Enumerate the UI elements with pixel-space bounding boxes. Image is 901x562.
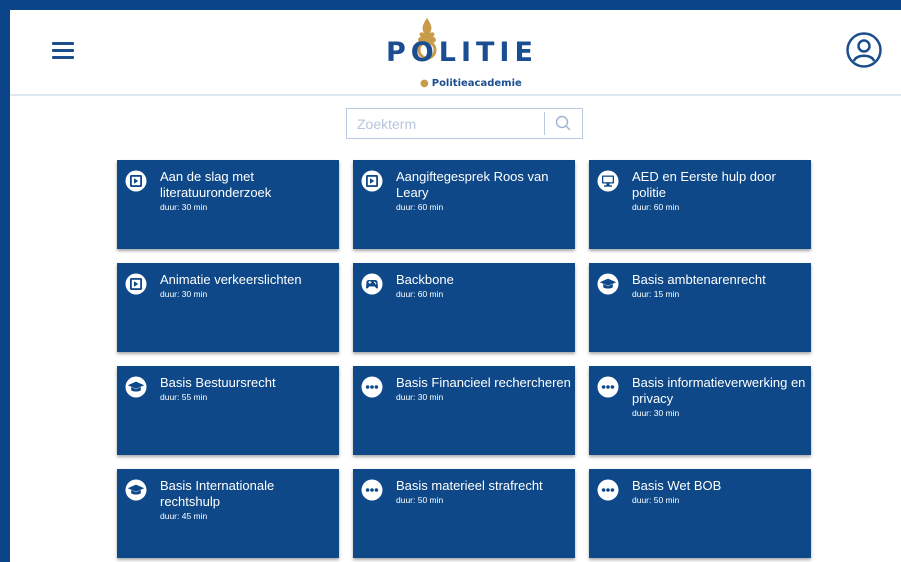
course-duration: duur: 60 min	[632, 202, 680, 212]
search-box	[346, 108, 583, 139]
course-card[interactable]: Basis informatieverwerking en privacy duu…	[589, 366, 811, 455]
course-title: Animatie verkeerslichten duur: 30 min	[160, 272, 335, 300]
logo-subtitle-text: Politieacademie	[431, 78, 522, 89]
top-header: POLITIE ● Politieacademie	[10, 10, 901, 96]
search-button[interactable]	[545, 109, 582, 138]
course-title-text: Aan de slag met literatuuronderzoek	[160, 169, 272, 200]
course-duration: duur: 30 min	[632, 408, 680, 418]
course-duration: duur: 30 min	[160, 202, 208, 212]
app-frame: POLITIE ●Politieacademie Aan de slag met…	[10, 10, 901, 562]
course-duration: duur: 45 min	[160, 511, 208, 521]
course-card[interactable]: Basis Internationale rechtshulp duur: 45 …	[117, 469, 339, 558]
course-title-text: Basis Bestuursrecht	[160, 375, 276, 390]
course-card[interactable]: Aan de slag met literatuuronderzoek duur:…	[117, 160, 339, 249]
course-title-text: Animatie verkeerslichten	[160, 272, 302, 287]
course-title: AED en Eerste hulp door politie duur: 60 …	[632, 169, 807, 213]
monitor-icon	[597, 170, 619, 192]
more-dots-icon	[597, 479, 619, 501]
more-dots-icon	[361, 376, 383, 398]
course-title-text: Basis materieel strafrecht	[396, 478, 543, 493]
course-duration: duur: 30 min	[160, 289, 208, 299]
course-title-text: Basis Internationale rechtshulp	[160, 478, 275, 509]
graduation-cap-icon	[125, 479, 147, 501]
course-title: Basis Internationale rechtshulp duur: 45 …	[160, 478, 335, 522]
course-title-text: AED en Eerste hulp door politie	[632, 169, 776, 200]
user-circle-icon[interactable]	[845, 31, 883, 69]
graduation-cap-icon	[597, 273, 619, 295]
course-title: Basis Financieel rechercheren duur: 30 mi…	[396, 375, 571, 403]
course-title-text: Backbone	[396, 272, 454, 287]
course-title: Basis Wet BOB duur: 50 min	[632, 478, 807, 506]
logo-subtitle: ● Politieacademie	[420, 78, 522, 89]
course-duration: duur: 50 min	[396, 495, 444, 505]
more-dots-icon	[597, 376, 619, 398]
gamepad-icon	[361, 273, 383, 295]
course-title: Basis materieel strafrecht duur: 50 min	[396, 478, 571, 506]
search-input[interactable]	[347, 109, 543, 138]
course-title: Basis informatieverwerking en privacy duu…	[632, 375, 807, 419]
course-card[interactable]: Basis materieel strafrecht duur: 50 min	[353, 469, 575, 558]
course-card[interactable]: Basis Wet BOB duur: 50 min	[589, 469, 811, 558]
course-card[interactable]: Basis Financieel rechercheren duur: 30 mi…	[353, 366, 575, 455]
course-card[interactable]: Aangiftegesprek Roos van Leary duur: 60 m…	[353, 160, 575, 249]
course-duration: duur: 55 min	[160, 392, 208, 402]
course-duration: duur: 60 min	[396, 202, 444, 212]
course-title: Aangiftegesprek Roos van Leary duur: 60 m…	[396, 169, 571, 213]
course-duration: duur: 15 min	[632, 289, 680, 299]
play-icon	[125, 273, 147, 295]
search-icon	[555, 115, 571, 131]
logo-wordmark: POLITIE	[386, 37, 538, 68]
play-icon	[125, 170, 147, 192]
more-dots-icon	[361, 479, 383, 501]
course-card[interactable]: Backbone duur: 60 min	[353, 263, 575, 352]
course-title: Aan de slag met literatuuronderzoek duur:…	[160, 169, 335, 213]
course-card[interactable]: Animatie verkeerslichten duur: 30 min	[117, 263, 339, 352]
course-title-text: Basis Financieel rechercheren	[396, 375, 571, 390]
course-duration: duur: 50 min	[632, 495, 680, 505]
course-title-text: Basis Wet BOB	[632, 478, 722, 493]
course-title: Basis ambtenarenrecht duur: 15 min	[632, 272, 807, 300]
politie-logo[interactable]: POLITIE ● Politieacademie	[386, 16, 546, 89]
graduation-cap-icon	[125, 376, 147, 398]
course-title-text: Basis ambtenarenrecht	[632, 272, 766, 287]
course-title-text: Basis informatieverwerking en privacy	[632, 375, 806, 406]
course-card[interactable]: Basis Bestuursrecht duur: 55 min	[117, 366, 339, 455]
play-icon	[361, 170, 383, 192]
course-title: Backbone duur: 60 min	[396, 272, 571, 300]
course-title-text: Aangiftegesprek Roos van Leary	[396, 169, 549, 200]
course-duration: duur: 30 min	[396, 392, 444, 402]
hamburger-menu-icon[interactable]	[52, 42, 74, 60]
course-duration: duur: 60 min	[396, 289, 444, 299]
course-title: Basis Bestuursrecht duur: 55 min	[160, 375, 335, 403]
course-card[interactable]: AED en Eerste hulp door politie duur: 60 …	[589, 160, 811, 249]
course-card[interactable]: Basis ambtenarenrecht duur: 15 min	[589, 263, 811, 352]
